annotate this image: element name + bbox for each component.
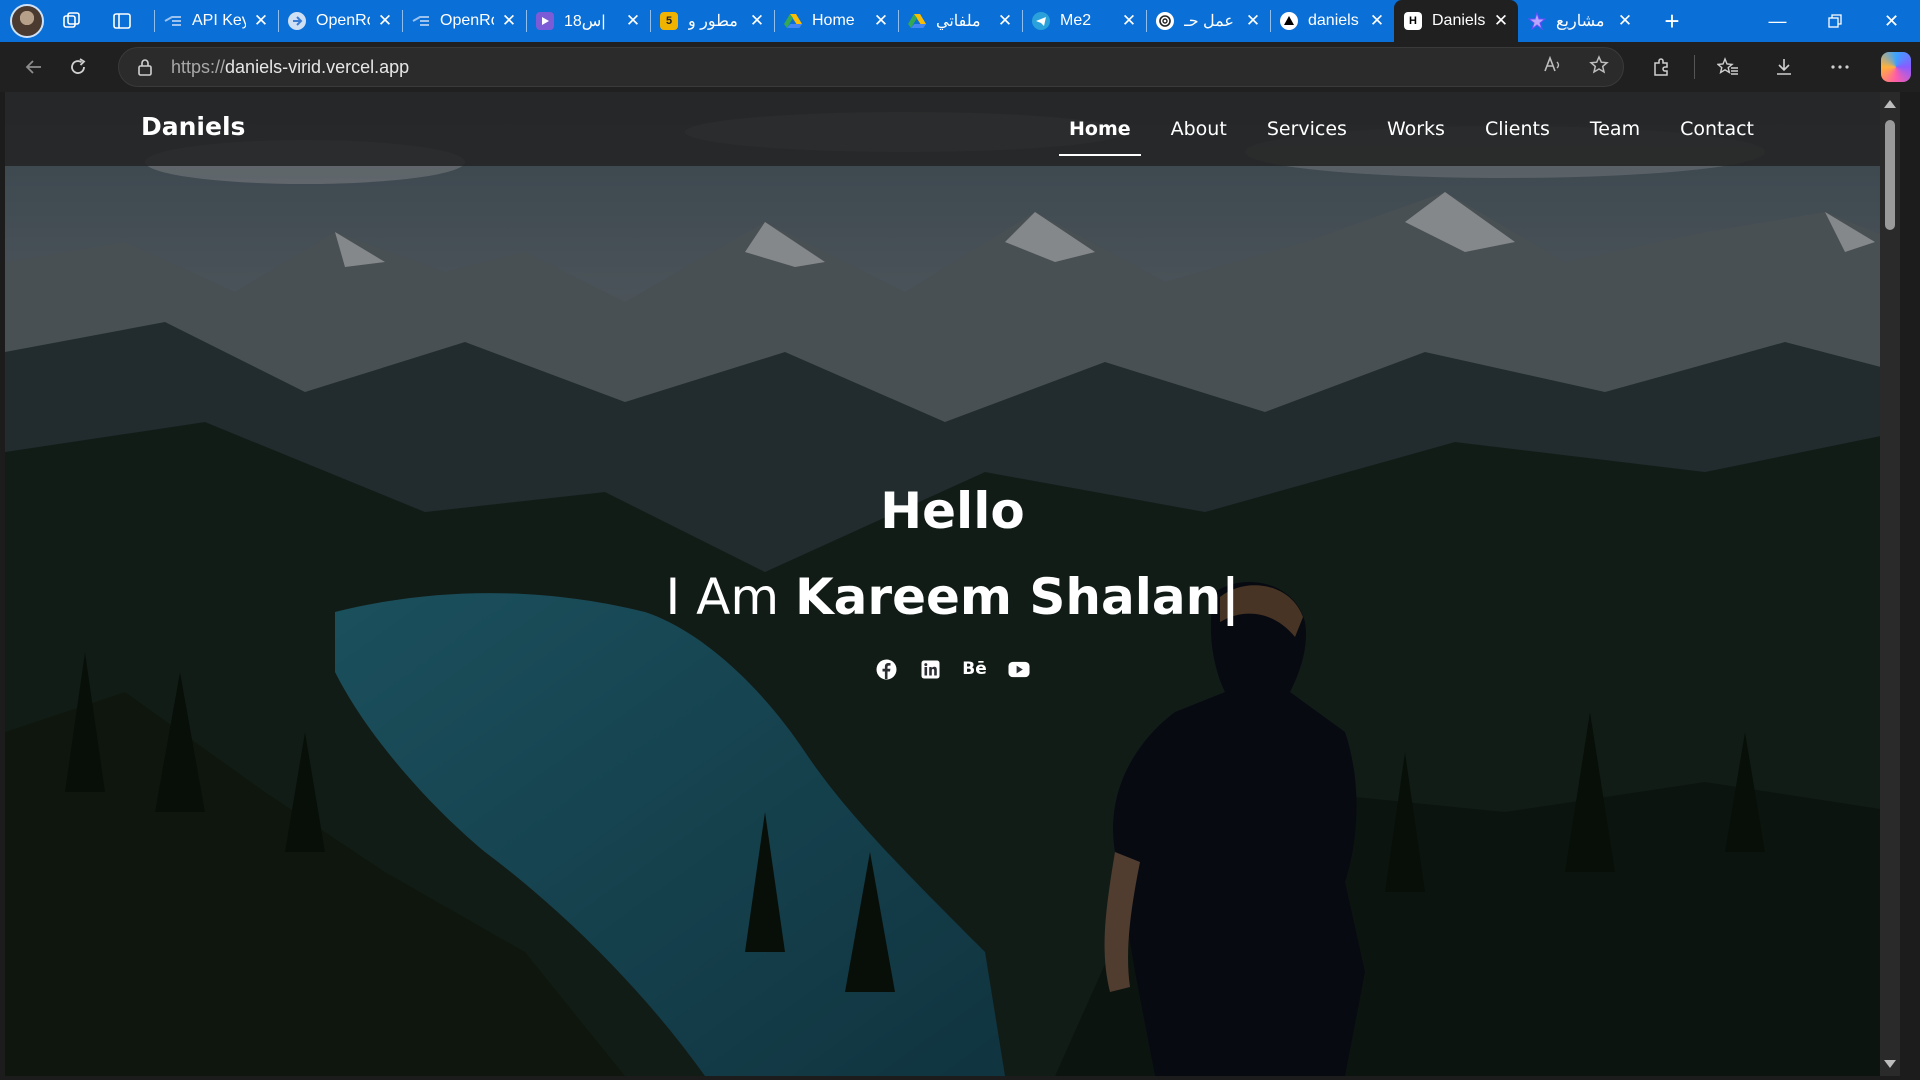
youtube-icon[interactable]: [1007, 658, 1030, 680]
back-icon[interactable]: [12, 47, 56, 87]
tab-drive-home[interactable]: Home ✕: [774, 0, 898, 42]
tab-title: Daniels: [1432, 12, 1486, 29]
copilot-icon[interactable]: [1873, 47, 1919, 87]
address-bar[interactable]: https://daniels-virid.vercel.app: [118, 47, 1624, 87]
badge-5-icon: 5: [660, 12, 678, 30]
page-viewport: Daniels Home About Services Works Client…: [5, 92, 1900, 1076]
close-tab-icon[interactable]: ✕: [1120, 11, 1138, 31]
tab-title: عمل حـ: [1184, 13, 1234, 30]
read-aloud-icon[interactable]: [1543, 55, 1563, 80]
nav-link-services[interactable]: Services: [1247, 92, 1367, 166]
close-tab-icon[interactable]: ✕: [252, 11, 270, 31]
tab-developer[interactable]: 5 مطور و ✕: [650, 0, 774, 42]
close-tab-icon[interactable]: ✕: [872, 11, 890, 31]
tab-actions-icon[interactable]: [100, 4, 144, 38]
tab-openrouter-1[interactable]: OpenRo ✕: [278, 0, 402, 42]
reload-icon[interactable]: [56, 47, 100, 87]
tab-title: API Key: [192, 12, 246, 29]
close-tab-icon[interactable]: ✕: [1244, 11, 1262, 31]
browser-toolbar: https://daniels-virid.vercel.app: [0, 42, 1920, 92]
nav-link-works[interactable]: Works: [1367, 92, 1465, 166]
close-tab-icon[interactable]: ✕: [1492, 11, 1510, 31]
tab-telegram[interactable]: Me2 ✕: [1022, 0, 1146, 42]
star-logo-icon: [1528, 12, 1546, 30]
browser-tab-strip: API Key ✕ OpenRo ✕ OpenRo ✕ س18| ✕ 5 مطو…: [0, 0, 1920, 42]
close-tab-icon[interactable]: ✕: [376, 11, 394, 31]
minimize-icon[interactable]: —: [1749, 0, 1806, 42]
favorites-icon[interactable]: [1705, 47, 1751, 87]
hero-intro-prefix: I Am: [665, 568, 795, 626]
tab-title: ملفاتي: [936, 13, 981, 30]
tab-api-key[interactable]: API Key ✕: [154, 0, 278, 42]
drive-icon: [908, 12, 926, 30]
tab-title: daniels: [1308, 12, 1359, 29]
tab-video[interactable]: س18| ✕: [526, 0, 650, 42]
toolbar-separator: [1694, 55, 1695, 79]
close-tab-icon[interactable]: ✕: [996, 11, 1014, 31]
tab-title: مشاريع: [1556, 13, 1605, 30]
favorite-star-icon[interactable]: [1589, 54, 1609, 80]
site-logo[interactable]: Daniels: [141, 112, 245, 141]
facebook-icon[interactable]: [876, 658, 898, 680]
nav-link-home[interactable]: Home: [1049, 92, 1151, 166]
close-tab-icon[interactable]: ✕: [500, 11, 518, 31]
profile-avatar[interactable]: [10, 4, 44, 38]
close-tab-icon[interactable]: ✕: [1368, 11, 1386, 31]
nav-link-clients[interactable]: Clients: [1465, 92, 1570, 166]
nav-link-team[interactable]: Team: [1570, 92, 1660, 166]
telegram-icon: [1032, 12, 1050, 30]
url-host: daniels-virid.vercel.app: [225, 56, 410, 77]
scrollbar-thumb[interactable]: [1885, 120, 1895, 230]
url-text[interactable]: https://daniels-virid.vercel.app: [171, 57, 1543, 78]
openrouter-icon: [164, 12, 182, 30]
tab-list: API Key ✕ OpenRo ✕ OpenRo ✕ س18| ✕ 5 مطو…: [154, 0, 1642, 42]
extensions-icon[interactable]: [1638, 47, 1684, 87]
tab-daniels-active[interactable]: H Daniels ✕: [1394, 0, 1518, 42]
close-tab-icon[interactable]: ✕: [748, 11, 766, 31]
restore-icon[interactable]: [1806, 0, 1863, 42]
social-links: Bē: [5, 658, 1900, 680]
tab-title: Home: [812, 12, 855, 29]
tab-openrouter-2[interactable]: OpenRo ✕: [402, 0, 526, 42]
openrouter-icon: [412, 12, 430, 30]
more-menu-icon[interactable]: [1817, 47, 1863, 87]
tab-projects[interactable]: مشاريع ✕: [1518, 0, 1642, 42]
window-controls: — ✕: [1749, 0, 1920, 42]
vercel-icon: [1280, 12, 1298, 30]
lock-icon[interactable]: [137, 58, 153, 76]
tab-vercel[interactable]: daniels ✕: [1270, 0, 1394, 42]
hero-intro: I Am Kareem Shalan|: [5, 568, 1900, 626]
hero-name: Kareem Shalan: [794, 568, 1222, 626]
hero-greeting: Hello: [880, 482, 1025, 540]
tab-title: مطور و: [688, 13, 738, 30]
typing-cursor: |: [1221, 568, 1240, 626]
openrouter-icon: [288, 12, 306, 30]
tab-title: OpenRo: [316, 12, 370, 29]
nav-link-about[interactable]: About: [1151, 92, 1247, 166]
close-tab-icon[interactable]: ✕: [1616, 11, 1634, 31]
behance-icon[interactable]: Bē: [962, 658, 987, 680]
nav-link-contact[interactable]: Contact: [1660, 92, 1774, 166]
tab-title: س18|: [564, 13, 606, 30]
site-navbar: Daniels Home About Services Works Client…: [5, 92, 1900, 166]
downloads-icon[interactable]: [1761, 47, 1807, 87]
main-navigation: Home About Services Works Clients Team C…: [1049, 92, 1774, 166]
tab-title: Me2: [1060, 12, 1092, 29]
new-tab-button[interactable]: +: [1648, 0, 1696, 42]
page-scrollbar[interactable]: [1880, 92, 1900, 1076]
workspaces-icon[interactable]: [50, 4, 94, 38]
close-window-icon[interactable]: ✕: [1863, 0, 1920, 42]
scroll-up-arrow-icon[interactable]: [1884, 100, 1896, 108]
tab-chatgpt[interactable]: عمل حـ ✕: [1146, 0, 1270, 42]
tab-title: OpenRo: [440, 12, 494, 29]
chatgpt-icon: [1156, 12, 1174, 30]
scroll-down-arrow-icon[interactable]: [1884, 1060, 1896, 1068]
close-tab-icon[interactable]: ✕: [624, 11, 642, 31]
linkedin-icon[interactable]: [920, 658, 942, 680]
tab-drive-files[interactable]: ملفاتي ✕: [898, 0, 1022, 42]
drive-icon: [784, 12, 802, 30]
url-scheme: https://: [171, 56, 226, 77]
h-logo-icon: H: [1404, 12, 1422, 30]
video-icon: [536, 12, 554, 30]
